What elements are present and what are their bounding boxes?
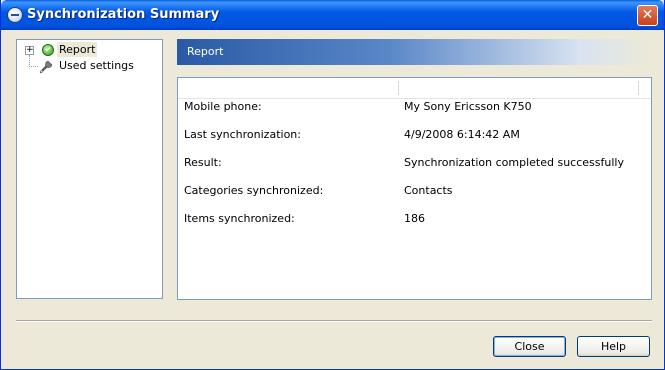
title-bar[interactable]: Synchronization Summary ✕ — [1, 0, 664, 30]
wrench-icon — [39, 60, 53, 74]
report-header: Report — [177, 39, 652, 65]
window-title: Synchronization Summary — [27, 7, 220, 22]
report-panel: Mobile phone: My Sony Ericsson K750 Last… — [177, 77, 652, 300]
row-value: Synchronization completed successfully — [404, 156, 624, 169]
column-divider[interactable] — [398, 81, 399, 95]
tree-item-report[interactable]: Report — [57, 42, 98, 57]
close-window-button[interactable]: ✕ — [637, 5, 658, 26]
row-value: Contacts — [404, 184, 453, 197]
tree-item-used-settings[interactable]: Used settings — [59, 58, 134, 73]
row-value: 4/9/2008 6:14:42 AM — [404, 128, 520, 141]
expand-icon[interactable]: + — [25, 46, 34, 55]
report-row: Mobile phone: My Sony Ericsson K750 — [178, 100, 651, 116]
app-icon — [7, 7, 23, 23]
grid-header — [178, 78, 651, 99]
row-label: Items synchronized: — [184, 212, 295, 225]
dialog-window: Synchronization Summary ✕ + Report Used … — [0, 0, 665, 370]
row-label: Result: — [184, 156, 222, 169]
help-button[interactable]: Help — [577, 336, 650, 357]
divider — [16, 320, 652, 322]
row-value: My Sony Ericsson K750 — [404, 100, 532, 113]
row-label: Categories synchronized: — [184, 184, 324, 197]
column-divider[interactable] — [638, 81, 639, 95]
report-row: Result: Synchronization completed succes… — [178, 156, 651, 172]
row-label: Last synchronization: — [184, 128, 301, 141]
ok-icon — [42, 44, 54, 56]
row-value: 186 — [404, 212, 425, 225]
report-row: Categories synchronized: Contacts — [178, 184, 651, 200]
report-header-title: Report — [187, 45, 224, 58]
report-row: Last synchronization: 4/9/2008 6:14:42 A… — [178, 128, 651, 144]
close-button[interactable]: Close — [493, 336, 566, 357]
report-row: Items synchronized: 186 — [178, 212, 651, 228]
row-label: Mobile phone: — [184, 100, 262, 113]
navigation-tree: + Report Used settings — [16, 39, 163, 299]
tree-connector — [29, 66, 38, 67]
